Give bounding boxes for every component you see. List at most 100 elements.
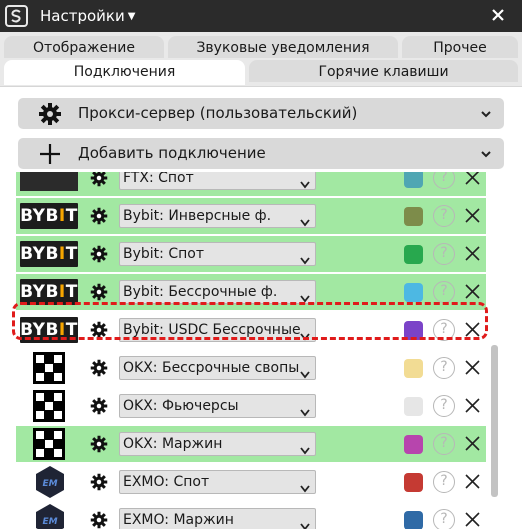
help-icon[interactable]: ? <box>433 357 455 379</box>
color-swatch[interactable] <box>404 511 423 529</box>
remove-connection-icon[interactable] <box>465 208 480 223</box>
bybit-logo-text: BYB <box>20 206 59 226</box>
proxy-section-label: Прокси-сервер (пользовательский) <box>78 104 358 122</box>
gear-icon[interactable] <box>90 435 108 453</box>
market-select[interactable]: OKX: Маржин <box>119 432 316 456</box>
okx-logo <box>33 428 65 460</box>
add-connection-label: Добавить подключение <box>78 144 266 162</box>
chevron-down-icon <box>300 440 310 455</box>
bybit-logo-text: BYB <box>20 244 59 264</box>
market-select-value: Bybit: Спот <box>123 246 204 262</box>
market-select-value: Bybit: Бессрочные ф. <box>123 284 278 300</box>
remove-connection-icon[interactable] <box>465 436 480 451</box>
market-select-value: OKX: Маржин <box>123 436 223 452</box>
tab-hotkeys[interactable]: Горячие клавиши <box>249 60 518 82</box>
help-icon[interactable]: ? <box>433 395 455 417</box>
chevron-down-icon <box>481 111 491 118</box>
gear-icon[interactable] <box>90 397 108 415</box>
chevron-down-icon <box>300 516 310 529</box>
connection-row: OKX: Бессрочные свопы? <box>16 350 486 386</box>
chevron-down-icon <box>300 250 310 265</box>
market-select[interactable]: Bybit: Инверсные ф. <box>119 204 316 228</box>
app-logo-icon[interactable] <box>5 5 28 27</box>
help-icon[interactable]: ? <box>433 509 455 529</box>
connection-row: OKX: Маржин? <box>16 426 486 462</box>
chevron-down-icon <box>300 402 310 417</box>
tab-sound-notifications[interactable]: Звуковые уведомления <box>168 36 398 58</box>
gear-icon[interactable] <box>90 283 108 301</box>
gear-icon[interactable] <box>90 245 108 263</box>
color-swatch[interactable] <box>404 359 423 378</box>
chevron-down-icon <box>300 364 310 379</box>
okx-logo <box>33 352 65 384</box>
market-select[interactable]: Bybit: Спот <box>119 242 316 266</box>
exmo-logo: EM <box>34 503 66 529</box>
market-select-value: FTX: Спот <box>123 172 194 186</box>
connection-row: BYBIT Bybit: Спот? <box>16 236 486 272</box>
close-icon[interactable] <box>488 5 508 25</box>
help-icon[interactable]: ? <box>433 172 455 189</box>
bybit-logo: BYBIT <box>20 241 78 267</box>
chevron-down-icon <box>300 288 310 303</box>
remove-connection-icon[interactable] <box>465 246 480 261</box>
gear-icon[interactable] <box>90 172 108 187</box>
color-swatch[interactable] <box>404 245 423 264</box>
connection-row: OKX: Фьючерсы? <box>16 388 486 424</box>
market-select[interactable]: FTX: Спот <box>119 172 316 190</box>
market-select[interactable]: EXMO: Маржин <box>119 508 316 529</box>
title-bar: Настройки ▼ <box>0 0 522 32</box>
help-icon[interactable]: ? <box>433 471 455 493</box>
connection-row: EM EXMO: Спот? <box>16 464 486 500</box>
scrollbar[interactable] <box>491 345 498 497</box>
gear-icon[interactable] <box>90 359 108 377</box>
color-swatch[interactable] <box>404 473 423 492</box>
color-swatch[interactable] <box>404 207 423 226</box>
help-icon[interactable]: ? <box>433 243 455 265</box>
svg-text:EM: EM <box>42 479 57 489</box>
exmo-logo: EM <box>34 465 66 499</box>
chevron-down-icon <box>481 151 491 158</box>
help-icon[interactable]: ? <box>433 205 455 227</box>
window-title-dropdown[interactable]: Настройки ▼ <box>40 7 135 25</box>
remove-connection-icon[interactable] <box>465 398 480 413</box>
bybit-logo-text: T <box>65 244 78 264</box>
tab-display[interactable]: Отображение <box>4 36 164 58</box>
gear-icon[interactable] <box>90 207 108 225</box>
color-swatch[interactable] <box>404 397 423 416</box>
chevron-down-icon: ▼ <box>127 10 136 22</box>
tab-bar: Отображение Звуковые уведомления Прочее … <box>0 32 522 88</box>
tab-connections[interactable]: Подключения <box>4 60 245 85</box>
market-select-value: EXMO: Маржин <box>123 512 234 528</box>
color-swatch[interactable] <box>404 172 423 188</box>
proxy-section-header[interactable]: Прокси-сервер (пользовательский) <box>18 98 504 129</box>
add-connection-header[interactable]: Добавить подключение <box>18 138 504 169</box>
color-swatch[interactable] <box>404 435 423 454</box>
gear-icon[interactable] <box>90 511 108 529</box>
market-select[interactable]: OKX: Фьючерсы <box>119 394 316 418</box>
connection-list: FTX: Спот? BYBIT Bybit: Инверсные ф.? BYBIT… <box>16 172 486 529</box>
ftx-logo <box>20 172 78 191</box>
chevron-down-icon <box>300 212 310 227</box>
tab-other[interactable]: Прочее <box>402 36 518 58</box>
remove-connection-icon[interactable] <box>465 512 480 527</box>
remove-connection-icon[interactable] <box>465 284 480 299</box>
help-icon[interactable]: ? <box>433 433 455 455</box>
bybit-logo-text: T <box>65 206 78 226</box>
market-select-value: Bybit: Инверсные ф. <box>123 208 272 224</box>
color-swatch[interactable] <box>404 283 423 302</box>
bybit-logo: BYBIT <box>20 203 78 229</box>
bybit-logo-text: T <box>65 282 78 302</box>
gear-icon <box>39 103 61 125</box>
remove-connection-icon[interactable] <box>465 172 480 185</box>
remove-connection-icon[interactable] <box>465 360 480 375</box>
gear-icon[interactable] <box>90 473 108 491</box>
market-select-value: OKX: Фьючерсы <box>123 398 239 414</box>
market-select[interactable]: Bybit: Бессрочные ф. <box>119 280 316 304</box>
remove-connection-icon[interactable] <box>465 474 480 489</box>
market-select[interactable]: OKX: Бессрочные свопы <box>119 356 316 380</box>
market-select[interactable]: EXMO: Спот <box>119 470 316 494</box>
market-select-value: OKX: Бессрочные свопы <box>123 360 300 376</box>
help-icon[interactable]: ? <box>433 281 455 303</box>
window-title: Настройки <box>40 7 125 25</box>
bybit-logo-text: BYB <box>20 282 59 302</box>
